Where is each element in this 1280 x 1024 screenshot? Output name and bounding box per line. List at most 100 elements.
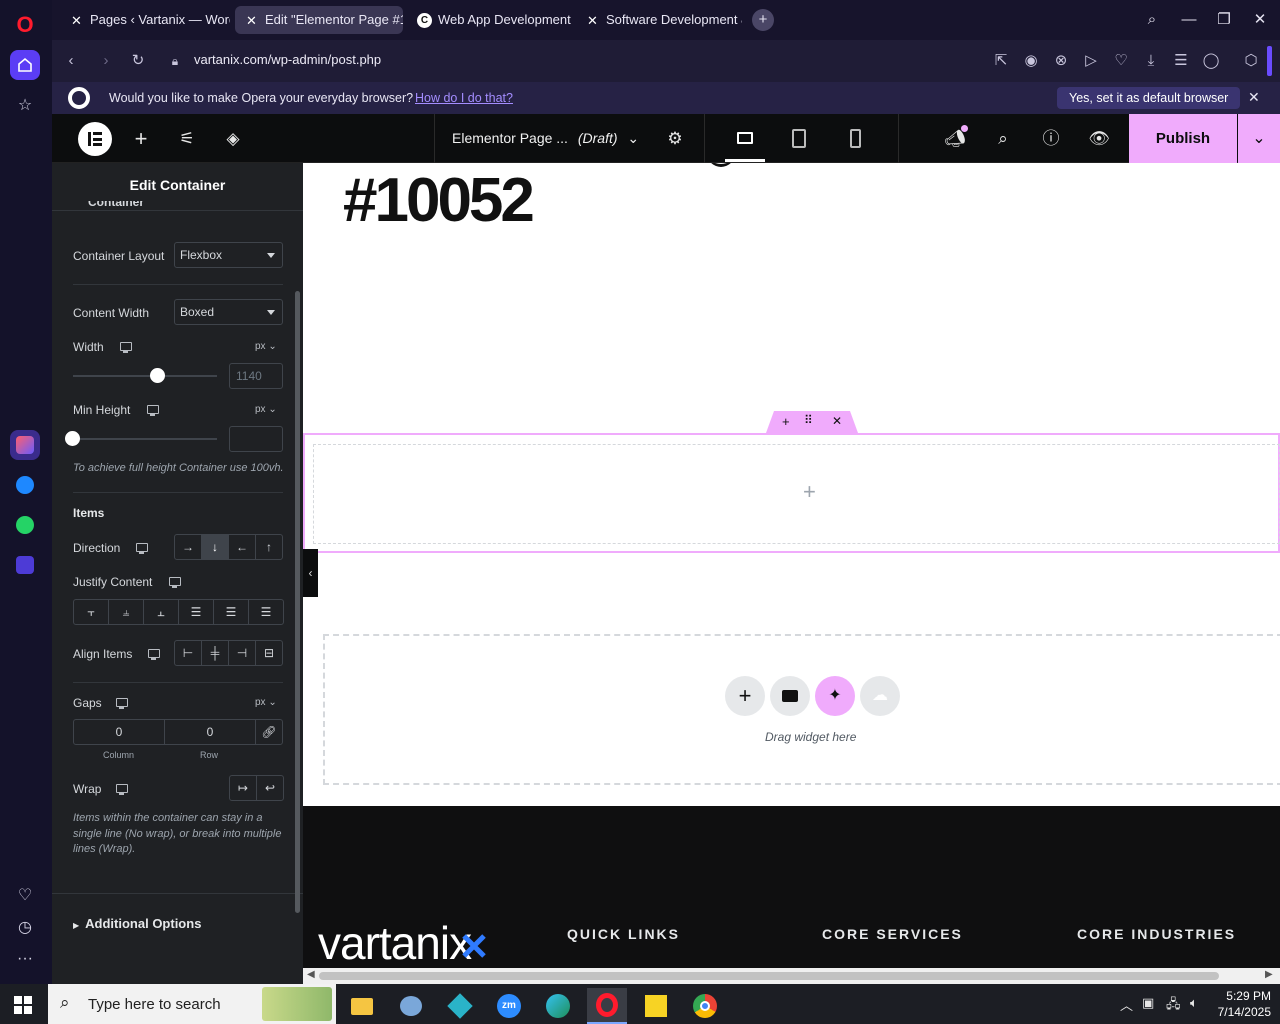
page-settings-icon[interactable]: ⚙ <box>662 126 688 152</box>
width-input[interactable]: 1140 <box>229 363 283 389</box>
close-bar-icon[interactable]: ✕ <box>1248 89 1260 106</box>
preview-eye-icon[interactable]: 👁︎ <box>1086 126 1112 152</box>
desktop-view-button[interactable] <box>725 127 765 162</box>
justify-space-evenly-icon[interactable]: ☰ <box>249 600 283 624</box>
extensions-icon[interactable]: ⬡ <box>1240 50 1262 72</box>
add-element-icon[interactable]: + <box>128 126 154 152</box>
min-height-input[interactable] <box>229 426 283 452</box>
chrome-browser-icon[interactable] <box>685 988 725 1024</box>
scroll-thumb[interactable] <box>319 972 1219 980</box>
heart-icon[interactable]: ♡ <box>10 880 40 910</box>
delete-container-icon[interactable]: ✕ <box>832 414 842 428</box>
mobile-view-button[interactable] <box>850 129 861 148</box>
more-icon[interactable]: ··· <box>10 944 40 974</box>
publish-button[interactable]: Publish <box>1129 114 1237 163</box>
min-height-slider-handle[interactable] <box>65 431 80 446</box>
ai-sparkle-button[interactable]: ✦ <box>815 676 855 716</box>
network-icon[interactable]: 🖧︎ <box>1166 995 1181 1017</box>
app-diamond-icon[interactable] <box>440 988 480 1024</box>
search-icon[interactable]: ⌕ <box>990 126 1016 152</box>
new-tab-button[interactable]: + <box>752 9 774 31</box>
elementor-logo-icon[interactable] <box>78 122 112 156</box>
sticky-notes-icon[interactable] <box>636 988 676 1024</box>
tray-chevron-icon[interactable]: ︿ <box>1120 995 1133 1014</box>
url-field[interactable]: vartanix.com/wp-admin/post.php <box>194 52 381 67</box>
whatsapp-icon[interactable] <box>10 510 40 540</box>
taskbar-search-box[interactable]: ⌕ Type here to search <box>48 984 336 1024</box>
section-heading[interactable]: Container <box>88 201 144 213</box>
aria-icon[interactable] <box>10 430 40 460</box>
opera-logo-icon[interactable]: O <box>10 10 40 40</box>
container-handle[interactable] <box>766 411 858 433</box>
desktop-responsive-icon[interactable] <box>148 649 160 660</box>
gaps-unit-select[interactable]: px ⌄ <box>255 697 277 708</box>
music-icon[interactable] <box>10 550 40 580</box>
desktop-responsive-icon[interactable] <box>116 784 128 795</box>
drag-handle-icon[interactable]: ⠿ <box>804 413 813 427</box>
zoom-app-icon[interactable]: zm <box>489 988 529 1024</box>
reload-icon[interactable]: ↻ <box>127 50 149 72</box>
gap-column-input[interactable]: 0 <box>74 720 165 744</box>
forward-icon[interactable]: › <box>95 50 117 72</box>
no-wrap-icon[interactable]: ↦ <box>230 776 257 800</box>
windows-start-icon[interactable] <box>14 996 32 1014</box>
tab-web-app[interactable]: C Web App Development Co <box>408 6 574 34</box>
how-to-link[interactable]: How do I do that? <box>415 91 513 105</box>
align-start-icon[interactable]: ⊢ <box>175 641 202 665</box>
justify-end-icon[interactable]: ⫠ <box>144 600 179 624</box>
heart-outline-icon[interactable]: ♡ <box>1110 50 1132 72</box>
scroll-right-icon[interactable]: ▶ <box>1265 969 1273 980</box>
clock[interactable]: 5:29 PM 7/14/2025 <box>1215 988 1271 1020</box>
back-icon[interactable]: ‹ <box>60 50 82 72</box>
empty-inner-container[interactable] <box>313 444 1280 544</box>
download-icon[interactable]: ⤓ <box>1140 50 1162 72</box>
structure-icon[interactable]: ◈ <box>220 126 246 152</box>
messenger-icon[interactable] <box>10 470 40 500</box>
canvas-horizontal-scrollbar[interactable]: ◀ ▶ <box>303 968 1280 984</box>
history-icon[interactable]: ◷ <box>10 912 40 942</box>
tab-edit-elementor[interactable]: ✕ Edit "Elementor Page #10052 <box>235 6 403 34</box>
share-icon[interactable]: ⇱ <box>990 50 1012 72</box>
close-window-button[interactable]: ✕ <box>1248 8 1272 32</box>
restore-button[interactable]: ❐ <box>1212 8 1236 32</box>
panel-scrollbar[interactable] <box>295 291 300 913</box>
minimize-button[interactable]: — <box>1177 8 1201 32</box>
desktop-responsive-icon[interactable] <box>120 342 132 353</box>
align-center-icon[interactable]: ╪ <box>202 641 229 665</box>
justify-space-between-icon[interactable]: ☰ <box>179 600 214 624</box>
tab-software-dev[interactable]: ✕ Software Development & <box>576 6 742 34</box>
desktop-responsive-icon[interactable] <box>116 698 128 709</box>
direction-column-reverse-icon[interactable]: ↑ <box>256 535 282 559</box>
width-unit-select[interactable]: px ⌄ <box>255 341 277 352</box>
edge-browser-icon[interactable] <box>538 988 578 1024</box>
tab-pages[interactable]: ✕ Pages ‹ Vartanix — WordP <box>60 6 230 34</box>
add-widget-plus-icon[interactable]: + <box>803 479 816 505</box>
panel-collapse-handle[interactable]: ‹ <box>303 549 318 597</box>
desktop-responsive-icon[interactable] <box>147 405 159 416</box>
opera-taskbar-icon[interactable] <box>587 988 627 1024</box>
align-stretch-icon[interactable]: ⊟ <box>256 641 282 665</box>
min-height-slider-track[interactable] <box>73 438 217 440</box>
profile-icon[interactable]: ◯ <box>1200 50 1222 72</box>
search-tabs-icon[interactable]: ⌕ <box>1140 8 1164 32</box>
set-default-button[interactable]: Yes, set it as default browser <box>1057 87 1241 109</box>
min-height-unit-select[interactable]: px ⌄ <box>255 404 277 415</box>
adblock-icon[interactable]: ⊗ <box>1050 50 1072 72</box>
direction-column-icon[interactable]: ↓ <box>202 535 229 559</box>
justify-start-icon[interactable]: ⫟ <box>74 600 109 624</box>
page-title[interactable]: Elementor Page ... (Draft) ⌄ <box>452 130 639 147</box>
width-slider-handle[interactable] <box>149 368 165 383</box>
paint-app-icon[interactable] <box>391 988 431 1024</box>
desktop-responsive-icon[interactable] <box>169 577 181 588</box>
volume-icon[interactable]: 🔈︎ <box>1190 995 1198 1011</box>
site-settings-icon[interactable]: ⚟ <box>174 126 200 152</box>
help-icon[interactable]: ⓘ <box>1038 126 1064 152</box>
tray-app-icon[interactable]: ▣ <box>1142 995 1154 1011</box>
add-section-button[interactable]: + <box>725 676 765 716</box>
cloud-templates-button[interactable]: ☁ <box>860 676 900 716</box>
tablet-view-button[interactable] <box>792 129 806 148</box>
content-width-select[interactable]: Boxed <box>174 299 283 325</box>
star-icon[interactable]: ☆ <box>10 90 40 120</box>
link-icon[interactable]: 🔗︎ <box>256 720 282 744</box>
gap-row-input[interactable]: 0 <box>165 720 256 744</box>
